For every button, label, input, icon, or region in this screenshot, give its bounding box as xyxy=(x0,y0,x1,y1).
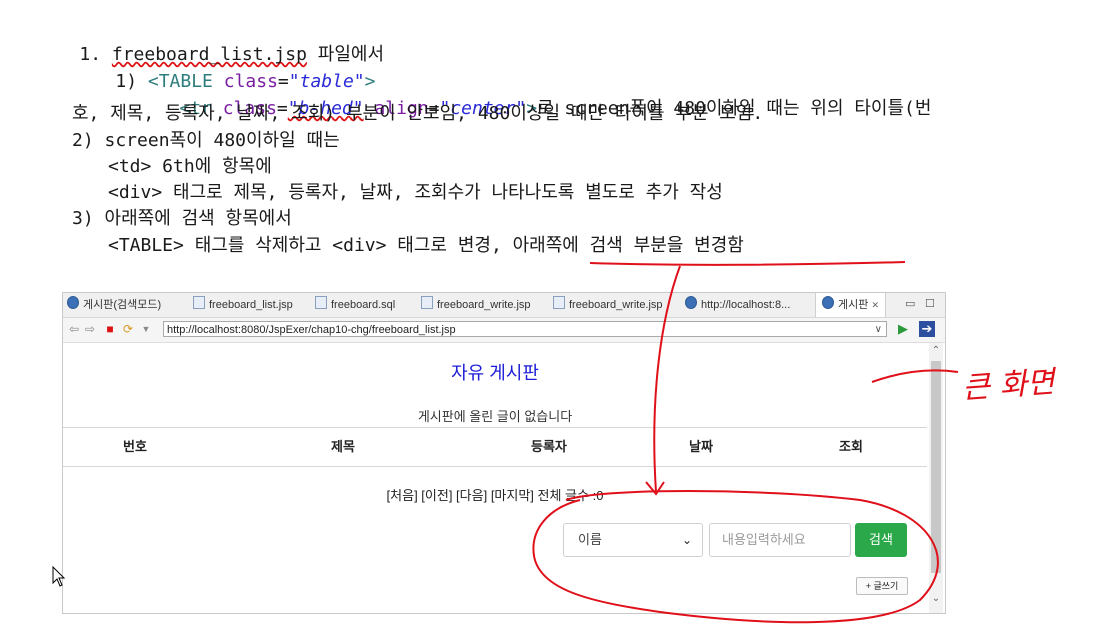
embedded-browser: 게시판(검색모드) freeboard_list.jsp freeboard.s… xyxy=(62,292,946,614)
refresh-icon[interactable]: ⟳ xyxy=(121,322,135,336)
page-title: 자유 게시판 xyxy=(451,363,539,383)
scrollbar[interactable]: ⌃ ⌄ xyxy=(929,343,943,613)
pagination[interactable]: [처음] [이전] [다음] [마지막] 전체 글수 :0 xyxy=(63,485,927,504)
tab-bar: 게시판(검색모드) freeboard_list.jsp freeboard.s… xyxy=(63,293,945,318)
globe-icon xyxy=(67,296,79,309)
tab-freeboard-sql[interactable]: freeboard.sql xyxy=(315,293,395,317)
navigation-bar: ⇦ ⇨ ■ ⟳ ▼ http://localhost:8080/JspExer/… xyxy=(63,318,945,343)
doc-line-8: 3) 아래쪽에 검색 항목에서 xyxy=(72,208,292,229)
file-icon xyxy=(193,296,205,309)
doc-line-9: <TABLE> 태그를 삭제하고 <div> 태그로 변경, 아래쪽에 검색 부… xyxy=(108,235,744,256)
file-icon xyxy=(421,296,433,309)
tab-freeboard-write-1[interactable]: freeboard_write.jsp xyxy=(421,293,531,317)
search-input[interactable]: 내용입력하세요 xyxy=(709,523,851,557)
open-external-icon[interactable]: ➔ xyxy=(919,321,935,337)
scroll-down-icon[interactable]: ⌄ xyxy=(929,593,943,604)
web-page: 자유 게시판 게시판에 올린 글이 없습니다 번호 제목 등록자 날짜 조회 [… xyxy=(63,343,927,613)
sql-file-icon xyxy=(315,296,327,309)
tab-freeboard-write-2[interactable]: freeboard_write.jsp xyxy=(553,293,663,317)
doc-line-6: <td> 6th에 항목에 xyxy=(108,156,272,177)
forward-icon[interactable]: ⇨ xyxy=(83,322,97,336)
header-views: 조회 xyxy=(839,439,863,454)
scroll-up-icon[interactable]: ⌃ xyxy=(929,345,943,356)
tab-board-active[interactable]: 게시판 ✕ xyxy=(815,293,886,317)
url-text: http://localhost:8080/JspExer/chap10-chg… xyxy=(167,324,456,336)
header-title: 제목 xyxy=(331,439,355,454)
url-bar[interactable]: http://localhost:8080/JspExer/chap10-chg… xyxy=(163,321,887,337)
chevron-down-icon: ⌄ xyxy=(681,533,692,547)
doc-line-4: 호, 제목, 등록자, 날짜, 조회) 부분이 안보임, 480이상일 때만 타… xyxy=(72,103,764,124)
header-author: 등록자 xyxy=(531,439,567,454)
maximize-icon[interactable]: ☐ xyxy=(925,297,935,310)
search-field-select[interactable]: 이름 ⌄ xyxy=(563,523,703,557)
empty-message: 게시판에 올린 글이 없습니다 xyxy=(417,409,573,424)
instruction-document: 1. freeboard_list.jsp 파일에서 1) <TABLE cla… xyxy=(0,0,1112,280)
write-button[interactable]: + 글쓰기 xyxy=(856,577,908,595)
globe-icon xyxy=(822,296,834,309)
tab-freeboard-list[interactable]: freeboard_list.jsp xyxy=(193,293,293,317)
table-header: 번호 제목 등록자 날짜 조회 xyxy=(63,427,927,467)
file-icon xyxy=(553,296,565,309)
tab-localhost[interactable]: http://localhost:8... xyxy=(685,293,790,317)
doc-line-5: 2) screen폭이 480이하일 때는 xyxy=(72,130,340,151)
header-number: 번호 xyxy=(123,439,147,454)
globe-icon xyxy=(685,296,697,309)
close-tab-icon[interactable]: ✕ xyxy=(871,300,879,310)
dropdown-icon[interactable]: ▼ xyxy=(139,322,153,336)
minimize-icon[interactable]: ▭ xyxy=(905,297,915,310)
scrollbar-thumb[interactable] xyxy=(931,361,941,573)
back-icon[interactable]: ⇦ xyxy=(67,322,81,336)
header-date: 날짜 xyxy=(689,439,713,454)
chevron-down-icon[interactable]: ∨ xyxy=(875,322,882,338)
tab-board-search[interactable]: 게시판(검색모드) xyxy=(67,293,161,317)
search-button[interactable]: 검색 xyxy=(855,523,907,557)
stop-icon[interactable]: ■ xyxy=(103,322,117,336)
handwritten-note: 큰 화면 xyxy=(961,364,1056,407)
mouse-cursor-icon xyxy=(52,566,66,587)
go-icon[interactable]: ▶ xyxy=(895,321,911,337)
doc-line-7: <div> 태그로 제목, 등록자, 날짜, 조회수가 나타나도록 별도로 추가… xyxy=(108,182,723,203)
